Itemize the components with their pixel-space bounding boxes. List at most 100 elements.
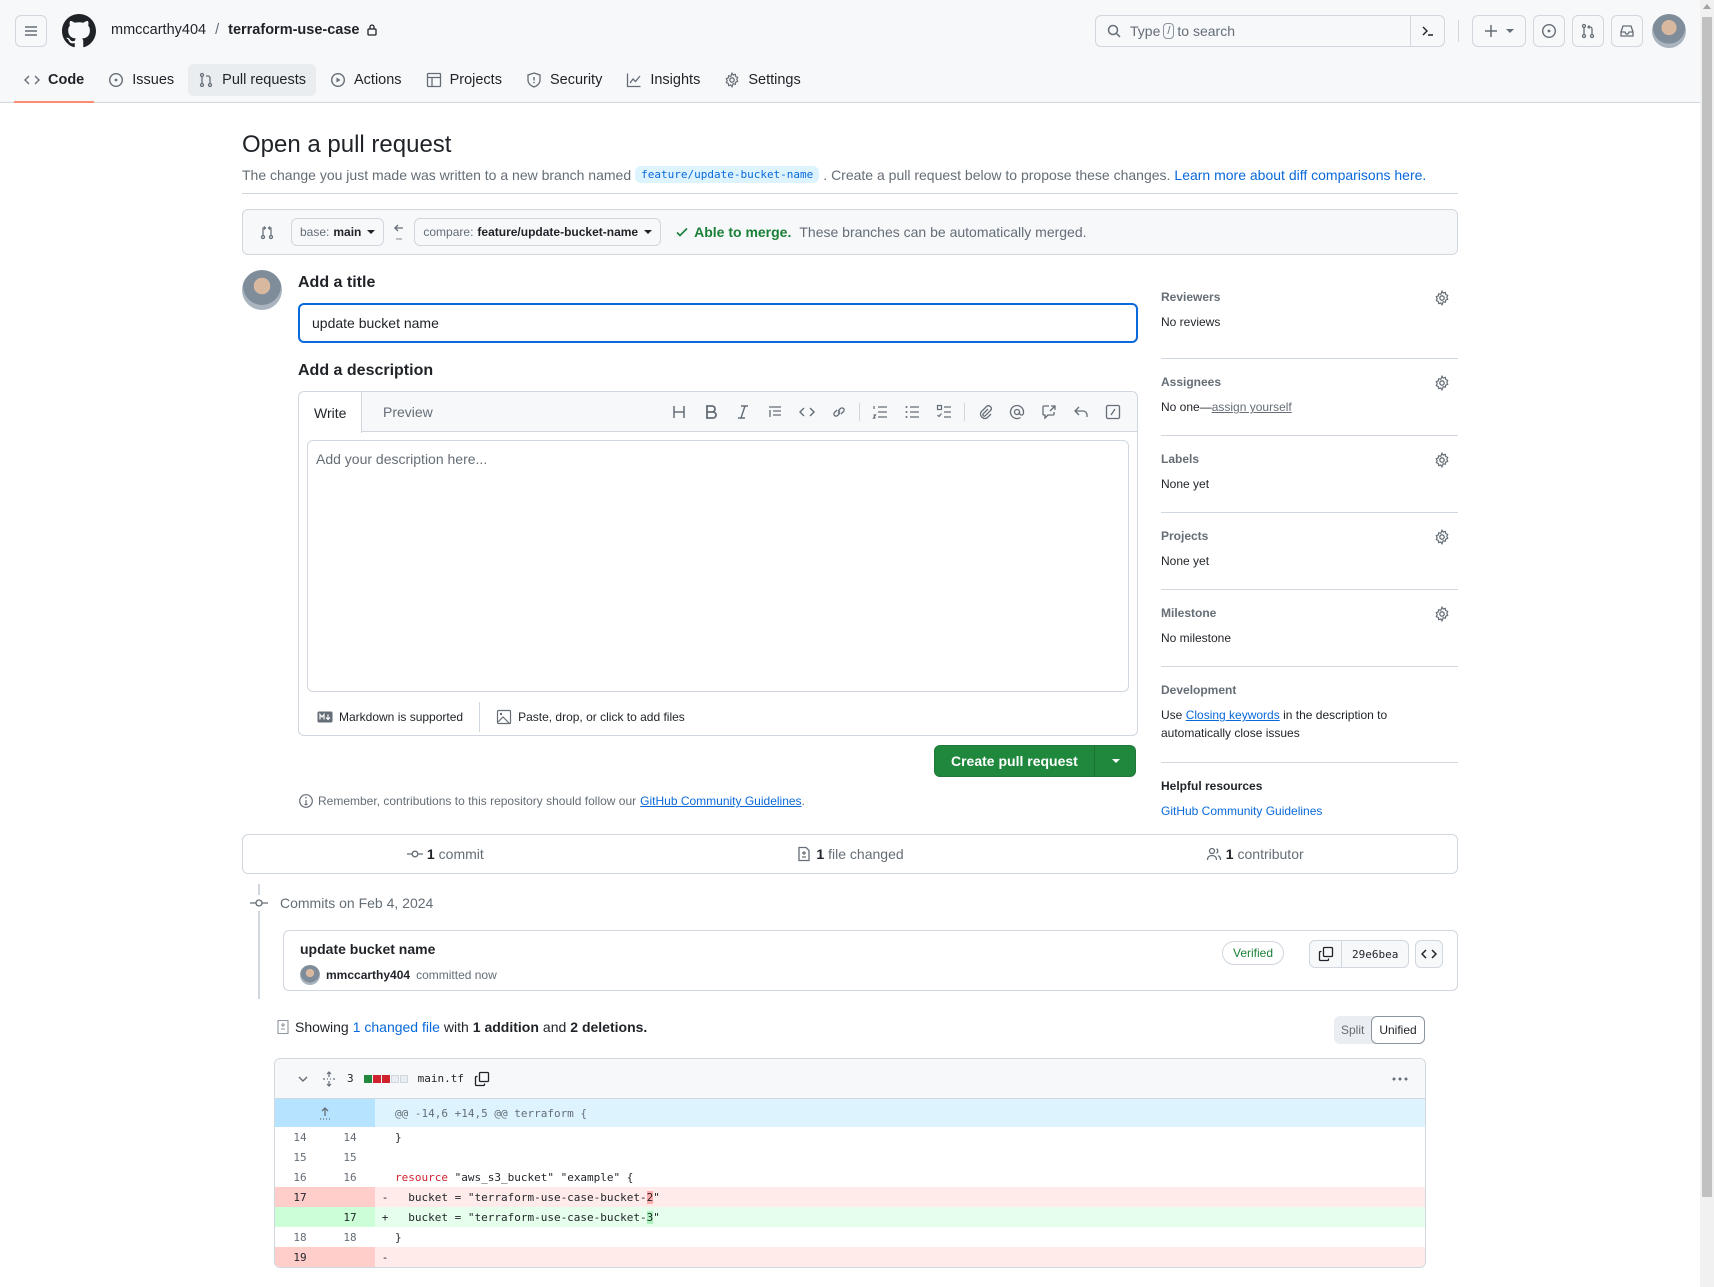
slash-commands-button[interactable] [1097, 400, 1129, 424]
old-line-number[interactable]: 15 [275, 1147, 325, 1167]
new-line-number[interactable] [325, 1247, 375, 1267]
learn-more-link[interactable]: Learn more about diff comparisons here. [1174, 167, 1426, 183]
files-changed-tab[interactable]: 1 file changed [648, 846, 1053, 862]
verified-badge[interactable]: Verified [1222, 941, 1285, 965]
old-line-number[interactable] [275, 1207, 325, 1227]
issues-button[interactable] [1533, 15, 1565, 47]
pull-requests-button[interactable] [1572, 15, 1604, 47]
commit-title-link[interactable]: update bucket name [300, 941, 435, 957]
unified-view-button[interactable]: Unified [1371, 1016, 1425, 1044]
commit-author[interactable]: mmccarthy404 [326, 968, 410, 982]
gear-icon[interactable] [1434, 452, 1450, 468]
gear-icon[interactable] [1434, 606, 1450, 622]
create-options-dropdown[interactable] [1095, 746, 1135, 776]
diffstat-block-neutral [390, 1074, 399, 1083]
quote-button[interactable] [759, 400, 791, 424]
repo-name-link[interactable]: terraform-use-case [228, 22, 359, 38]
heading-button[interactable] [663, 400, 695, 424]
compare-branch-select[interactable]: compare: feature/update-bucket-name [414, 218, 662, 246]
attach-files-note[interactable]: Paste, drop, or click to add files [496, 709, 685, 725]
repo-owner-link[interactable]: mmccarthy404 [111, 22, 206, 38]
code-button[interactable] [791, 400, 823, 424]
command-palette-button[interactable] [1410, 16, 1444, 46]
old-line-number[interactable]: 19 [275, 1247, 325, 1267]
saved-reply-button[interactable] [1065, 400, 1097, 424]
closing-keywords-link[interactable]: Closing keywords [1186, 708, 1280, 722]
tab-projects[interactable]: Projects [416, 64, 512, 96]
gear-icon[interactable] [1434, 529, 1450, 545]
new-line-number[interactable]: 17 [325, 1207, 375, 1227]
tab-write[interactable]: Write [299, 392, 363, 433]
new-line-number[interactable]: 16 [325, 1167, 375, 1187]
unordered-list-button[interactable] [896, 400, 928, 424]
new-line-number[interactable] [325, 1187, 375, 1207]
italic-button[interactable] [727, 400, 759, 424]
old-line-number[interactable]: 14 [275, 1127, 325, 1147]
old-line-number[interactable]: 17 [275, 1187, 325, 1207]
lock-icon [366, 24, 377, 36]
tab-settings[interactable]: Settings [714, 64, 810, 96]
chevron-down-icon[interactable] [295, 1071, 311, 1087]
chevron-down-icon [1506, 29, 1514, 33]
menu-button[interactable] [15, 15, 47, 47]
community-guidelines-link[interactable]: GitHub Community Guidelines [640, 794, 801, 808]
pr-title-input[interactable] [298, 303, 1138, 343]
code-icon [1421, 949, 1437, 959]
diff-line-add: 17 + bucket = "terraform-use-case-bucket-… [275, 1207, 1425, 1227]
expand-up-button[interactable] [275, 1099, 375, 1127]
attach-button[interactable] [969, 400, 1001, 424]
markdown-note[interactable]: Markdown is supported [317, 710, 463, 724]
search-shortcut-key: / [1163, 23, 1175, 39]
create-pull-request-button[interactable]: Create pull request [935, 746, 1095, 776]
commit-sha-link[interactable]: 29e6bea [1342, 948, 1408, 961]
new-line-number[interactable]: 18 [325, 1227, 375, 1247]
assign-yourself-link[interactable]: assign yourself [1212, 400, 1292, 414]
base-branch-select[interactable]: base: main [291, 218, 385, 246]
file-name[interactable]: main.tf [418, 1072, 464, 1085]
copy-icon[interactable] [474, 1071, 490, 1087]
split-view-button[interactable]: Split [1334, 1016, 1371, 1044]
create-new-button[interactable] [1472, 15, 1526, 47]
commit-author-avatar[interactable] [300, 965, 320, 985]
inbox-button[interactable] [1611, 15, 1643, 47]
expand-all-icon[interactable] [321, 1070, 337, 1087]
gear-icon[interactable] [1434, 375, 1450, 391]
changed-files-link[interactable]: 1 changed file [353, 1019, 440, 1035]
old-line-number[interactable]: 16 [275, 1167, 325, 1187]
projects-title: Projects [1161, 529, 1209, 543]
link-button[interactable] [823, 400, 855, 424]
tab-preview[interactable]: Preview [368, 392, 448, 432]
new-line-number[interactable]: 14 [325, 1127, 375, 1147]
sidebar-guidelines-link[interactable]: GitHub Community Guidelines [1161, 804, 1322, 818]
task-list-button[interactable] [928, 400, 960, 424]
tab-actions[interactable]: Actions [320, 64, 412, 96]
user-avatar[interactable] [1652, 14, 1686, 48]
contributors-tab[interactable]: 1 contributor [1052, 846, 1457, 862]
editor-footer: Markdown is supported Paste, drop, or cl… [299, 699, 1137, 735]
search-input[interactable]: Type / to search [1095, 15, 1445, 47]
browse-repository-button[interactable] [1415, 940, 1443, 968]
tab-code[interactable]: Code [14, 64, 95, 103]
reference-button[interactable] [1033, 400, 1065, 424]
code-line: bucket = "terraform-use-case-bucket-2" [395, 1190, 1425, 1204]
tab-issues[interactable]: Issues [98, 64, 184, 96]
mention-button[interactable] [1001, 400, 1033, 424]
tab-insights[interactable]: Insights [616, 64, 710, 96]
gear-icon[interactable] [1434, 290, 1450, 306]
kebab-horizontal-icon[interactable] [1391, 1071, 1409, 1087]
page-scrollbar[interactable] [1700, 0, 1714, 1287]
ordered-list-button[interactable] [864, 400, 896, 424]
bold-button[interactable] [695, 400, 727, 424]
github-logo-icon[interactable] [62, 14, 96, 48]
scrollbar-thumb[interactable] [1702, 17, 1712, 1197]
copy-sha-button[interactable] [1310, 941, 1342, 967]
italic-icon [738, 405, 748, 419]
tab-pull-requests[interactable]: Pull requests [188, 64, 316, 96]
description-textarea[interactable] [307, 440, 1129, 692]
scroll-up-arrow[interactable] [1703, 4, 1711, 9]
commits-tab[interactable]: 1 commit [243, 846, 648, 862]
old-line-number[interactable]: 18 [275, 1227, 325, 1247]
tab-security[interactable]: Security [516, 64, 612, 96]
compare-value: feature/update-bucket-name [477, 225, 639, 239]
new-line-number[interactable]: 15 [325, 1147, 375, 1167]
